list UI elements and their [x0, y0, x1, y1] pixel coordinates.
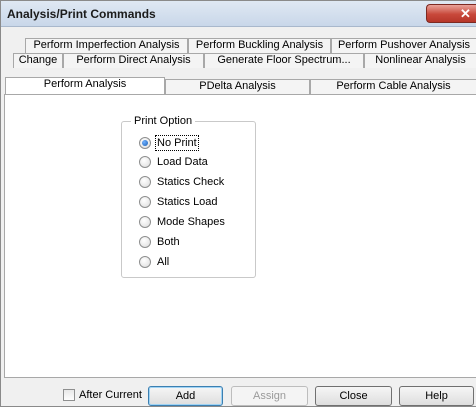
- radio-button[interactable]: [139, 176, 151, 188]
- print-option-title: Print Option: [131, 115, 196, 127]
- tab-perform-analysis[interactable]: Perform Analysis: [5, 77, 165, 94]
- assign-button[interactable]: Assign: [231, 386, 308, 406]
- help-button[interactable]: Help: [399, 386, 474, 406]
- tab-perform-pushover-analysis[interactable]: Perform Pushover Analysis: [331, 38, 476, 53]
- close-button[interactable]: Close: [315, 386, 392, 406]
- tab-perform-direct-analysis[interactable]: Perform Direct Analysis: [63, 53, 204, 68]
- radio-label: All: [157, 256, 170, 268]
- title-bar: Analysis/Print Commands ✕: [1, 1, 476, 27]
- radio-button[interactable]: [139, 196, 151, 208]
- radio-label: Both: [157, 236, 180, 248]
- radio-label: Mode Shapes: [157, 216, 225, 228]
- tab-perform-cable-analysis[interactable]: Perform Cable Analysis: [310, 79, 476, 94]
- radio-button[interactable]: [139, 156, 151, 168]
- radio-label: Load Data: [157, 156, 208, 168]
- tab-nonlinear-analysis[interactable]: Nonlinear Analysis: [364, 53, 476, 68]
- tab-perform-buckling-analysis[interactable]: Perform Buckling Analysis: [188, 38, 331, 53]
- add-button[interactable]: Add: [148, 386, 223, 406]
- radio-button[interactable]: [139, 256, 151, 268]
- radio-button-selected[interactable]: [139, 137, 151, 149]
- window-title: Analysis/Print Commands: [7, 7, 156, 21]
- radio-button[interactable]: [139, 216, 151, 228]
- tab-change[interactable]: Change: [13, 53, 63, 68]
- close-window-button[interactable]: ✕: [426, 4, 476, 23]
- tab-perform-imperfection-analysis[interactable]: Perform Imperfection Analysis: [25, 38, 188, 53]
- close-icon: ✕: [460, 6, 471, 21]
- radio-label: No Print: [155, 135, 199, 151]
- tab-pdelta-analysis[interactable]: PDelta Analysis: [165, 79, 310, 94]
- radio-label: Statics Check: [157, 176, 225, 188]
- after-current-label: After Current: [79, 389, 142, 401]
- analysis-print-commands-dialog: Analysis/Print Commands ✕ Perform Imperf…: [0, 0, 476, 407]
- radio-button[interactable]: [139, 236, 151, 248]
- radio-label: Statics Load: [157, 196, 218, 208]
- tab-generate-floor-spectrum[interactable]: Generate Floor Spectrum...: [204, 53, 364, 68]
- after-current-checkbox[interactable]: [63, 389, 75, 401]
